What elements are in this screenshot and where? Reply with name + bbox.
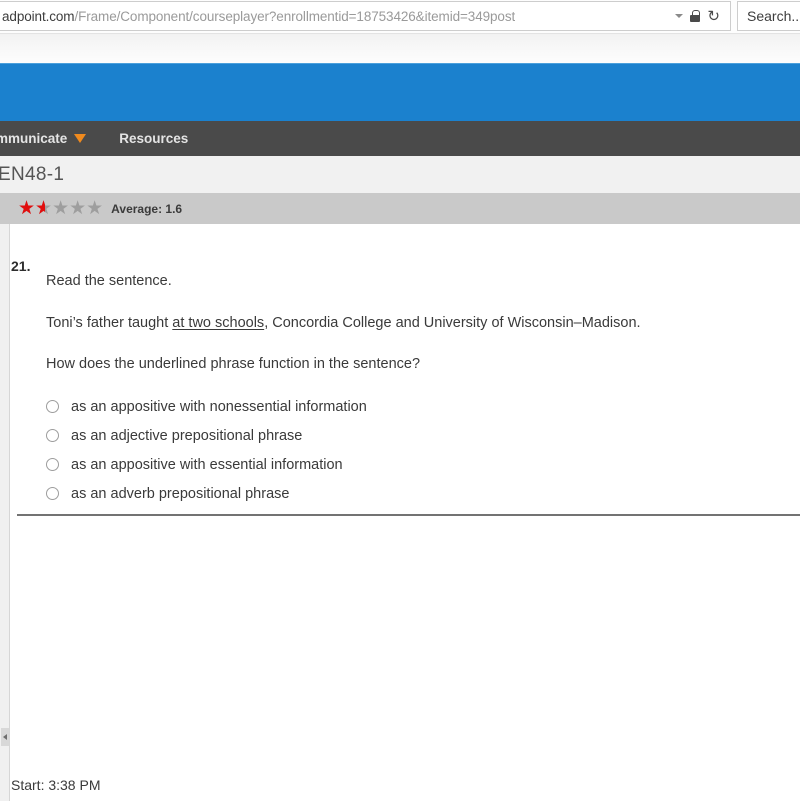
browser-chrome-background [0, 33, 800, 63]
search-box[interactable]: Search... [737, 1, 800, 31]
answer-option-1-label: as an appositive with nonessential infor… [71, 398, 367, 415]
question-number: 21. [11, 258, 31, 274]
screen-root: adpoint.com/Frame/Component/courseplayer… [0, 0, 800, 801]
rating-bar: ★★★★★ ★★★★★ Average: 1.6 [0, 193, 800, 224]
answer-option-4[interactable]: as an adverb prepositional phrase [46, 479, 746, 508]
answer-option-2-label: as an adjective prepositional phrase [71, 427, 303, 444]
chevron-down-icon[interactable] [675, 14, 684, 18]
url-path: /Frame/Component/courseplayer?enrollment… [74, 8, 516, 24]
reload-icon[interactable]: ↻ [707, 8, 720, 24]
nav-item-communicate[interactable]: mmunicate [0, 121, 87, 156]
radio-button-icon[interactable] [46, 487, 59, 500]
search-input[interactable]: Search... [747, 8, 800, 24]
caret-down-icon [74, 134, 87, 143]
site-header-band [0, 63, 800, 121]
sentence-underlined-phrase: at two schools [172, 314, 265, 331]
radio-button-icon[interactable] [46, 458, 59, 471]
page-title: EN48-1 [0, 163, 65, 185]
main-navigation: mmunicate Resources [0, 121, 800, 156]
question-prompt: How does the underlined phrase function … [46, 356, 421, 373]
lock-icon [690, 10, 701, 22]
rating-average-label: Average: 1.6 [111, 201, 183, 216]
question-body: Read the sentence. Toni’s father taught … [46, 272, 786, 397]
content-divider [17, 514, 800, 516]
address-bar-icons: ↻ [675, 8, 726, 24]
status-bar: Start: 3:38 PM [11, 769, 800, 801]
nav-item-communicate-label: mmunicate [0, 131, 68, 146]
answer-option-1[interactable]: as an appositive with nonessential infor… [46, 392, 746, 421]
radio-button-icon[interactable] [46, 400, 59, 413]
answer-option-2[interactable]: as an adjective prepositional phrase [46, 421, 746, 450]
sentence-prefix: Toni’s father taught [46, 314, 173, 331]
star-rating-filled: ★★★★★ [18, 199, 46, 218]
nav-item-resources[interactable]: Resources [119, 121, 188, 156]
url-host: adpoint.com [2, 8, 75, 24]
rating-group[interactable]: ★★★★★ ★★★★★ Average: 1.6 [18, 199, 182, 218]
radio-button-icon[interactable] [46, 429, 59, 442]
collapse-left-arrow-icon[interactable] [1, 728, 9, 746]
answer-options-list: as an appositive with nonessential infor… [46, 392, 746, 508]
nav-item-resources-label: Resources [119, 131, 189, 146]
left-scroll-track[interactable] [0, 224, 10, 801]
question-instruction: Read the sentence. [46, 273, 172, 289]
address-bar[interactable]: adpoint.com/Frame/Component/courseplayer… [0, 1, 731, 31]
answer-option-4-label: as an adverb prepositional phrase [71, 485, 290, 502]
course-title-bar: EN48-1 [0, 156, 800, 193]
sentence-suffix: , Concordia College and University of Wi… [264, 314, 641, 331]
browser-toolbar: adpoint.com/Frame/Component/courseplayer… [0, 0, 800, 33]
address-bar-text: adpoint.com/Frame/Component/courseplayer… [0, 9, 515, 24]
answer-option-3-label: as an appositive with essential informat… [71, 456, 343, 473]
answer-option-3[interactable]: as an appositive with essential informat… [46, 450, 746, 479]
question-sentence: Toni’s father taught at two schools, Con… [46, 314, 786, 334]
start-time-label: Start: 3:38 PM [11, 777, 101, 793]
star-rating[interactable]: ★★★★★ ★★★★★ [18, 199, 103, 218]
